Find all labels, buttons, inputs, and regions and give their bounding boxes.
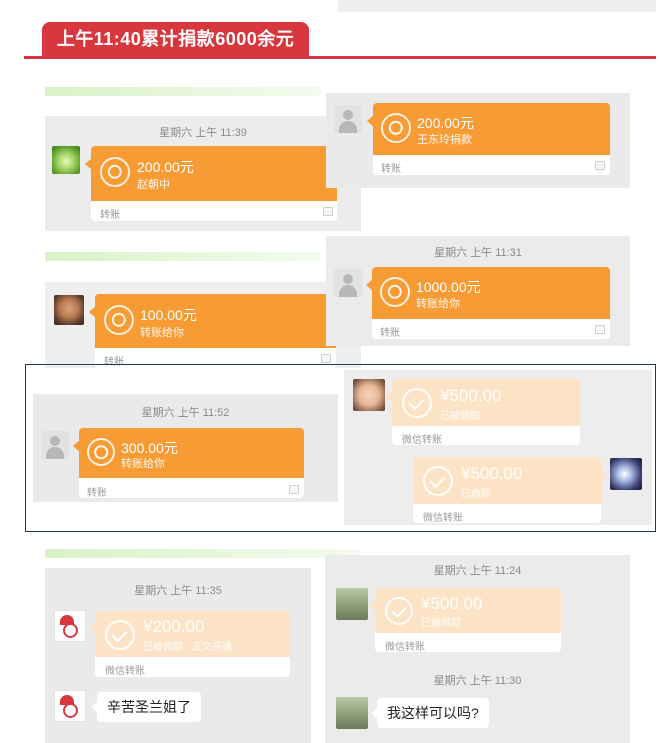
transfer-footer: 转账 [87, 488, 107, 499]
transfer-footer: 转账 [100, 210, 120, 221]
wechat-pay-icon [595, 325, 605, 334]
chat-screenshot-8: 星期六 上午 11:24 ¥500.00 已被领取 微信转账 星期六 上午 11… [325, 555, 630, 743]
avatar-man-icon [54, 295, 84, 325]
avatar-santa-hat-icon [54, 610, 86, 642]
wechat-pay-icon [289, 485, 299, 494]
wechat-pay-icon [595, 161, 605, 170]
section-title: 上午11:40累计捐款6000余元 [42, 22, 309, 56]
received-footer: 微信转账 [105, 666, 145, 677]
title-underline [24, 56, 656, 59]
check-icon [423, 466, 453, 496]
timestamp: 星期六 上午 11:24 [433, 565, 522, 577]
timestamp: 星期六 上午 11:39 [159, 127, 247, 139]
transfer-icon [100, 157, 130, 187]
transfer-sender: 王东玲捐款 [417, 134, 472, 146]
chat-screenshot-5: 星期六 上午 11:52 300.00元 转账给你 转账 [33, 394, 338, 502]
avatar-landscape-icon [336, 588, 368, 620]
transfer-footer: 转账 [381, 164, 401, 175]
check-icon [402, 388, 432, 418]
message-bubble: 辛苦圣兰姐了 [91, 692, 201, 722]
avatar-heart-icon [52, 146, 80, 174]
check-icon [385, 597, 413, 625]
sent-card[interactable]: ¥500.00 已收款 微信转账 [413, 457, 607, 524]
chat-screenshot-1: 星期六 上午 11:39 200.00元 赵朝中 转账 [45, 116, 361, 231]
transfer-card[interactable]: 300.00元 转账给你 转账 [73, 428, 304, 499]
default-avatar-icon [41, 431, 69, 459]
timestamp: 星期六 上午 11:52 [141, 407, 230, 419]
received-amount: ¥500.00 [421, 594, 483, 613]
default-avatar-icon [334, 105, 362, 133]
sent-amount: ¥500.00 [461, 464, 523, 483]
chat-screenshot-6: ¥500.00 已被领取 微信转账 ¥500.00 已收款 微信转账 [344, 370, 652, 525]
received-footer: 微信转账 [402, 435, 442, 446]
received-card[interactable]: ¥500.00 已被领取 微信转账 [386, 379, 580, 446]
avatar-santa-hat-icon [54, 690, 86, 722]
transfer-amount: 1000.00元 [416, 279, 481, 295]
avatar-baby-icon [353, 379, 385, 411]
chat-screenshot-2: 200.00元 王东玲捐款 转账 [326, 93, 630, 188]
transfer-footer: 转账 [380, 328, 400, 339]
green-divider [45, 549, 360, 558]
received-amount: ¥500.00 [440, 386, 502, 405]
transfer-icon [87, 438, 115, 466]
transfer-sender: 赵朝中 [137, 179, 170, 191]
transfer-icon [104, 305, 134, 335]
default-avatar-icon [334, 269, 362, 297]
timestamp: 星期六 上午 11:30 [433, 675, 522, 687]
chat-screenshot-7: 星期六 上午 11:35 ¥200.00 已被领取 · 正文亮通 微信转账 辛苦… [45, 568, 311, 743]
received-status: 已被领取 [440, 411, 480, 422]
message-bubble: 我这样可以吗? [371, 698, 489, 728]
transfer-card[interactable]: 100.00元 转账给你 转账 [89, 294, 336, 368]
green-divider [45, 252, 321, 261]
check-icon [105, 620, 135, 650]
transfer-card[interactable]: 1000.00元 转账给你 转账 [366, 267, 610, 339]
transfer-amount: 100.00元 [140, 307, 197, 323]
sent-status: 已收款 [461, 489, 491, 500]
transfer-icon [381, 113, 411, 143]
sent-footer: 微信转账 [423, 513, 463, 524]
green-divider [45, 87, 321, 96]
chat-screenshot-4: 星期六 上午 11:31 1000.00元 转账给你 转账 [326, 236, 630, 346]
wechat-pay-icon [323, 207, 333, 216]
received-status: 已被领取 · 正文亮通 [143, 642, 232, 653]
wechat-pay-icon [321, 354, 331, 363]
top-cropped-screenshot [338, 0, 656, 12]
avatar-galaxy-icon [610, 458, 642, 490]
timestamp: 星期六 上午 11:31 [434, 247, 522, 259]
transfer-sender: 转账给你 [416, 298, 460, 310]
avatar-landscape-icon [336, 697, 368, 729]
received-footer: 微信转账 [385, 642, 425, 653]
transfer-amount: 200.00元 [137, 159, 194, 175]
transfer-card[interactable]: 200.00元 赵朝中 转账 [85, 146, 337, 221]
transfer-sender: 转账给你 [140, 327, 184, 339]
received-amount: ¥200.00 [143, 617, 205, 636]
chat-screenshot-3: 100.00元 转账给你 转账 [45, 282, 361, 368]
received-status: 已被领取 [421, 618, 461, 629]
transfer-sender: 转账给你 [121, 458, 165, 470]
transfer-amount: 200.00元 [417, 115, 474, 131]
transfer-icon [380, 277, 410, 307]
timestamp: 星期六 上午 11:35 [134, 585, 222, 597]
received-card[interactable]: ¥500.00 已被领取 微信转账 [369, 588, 561, 653]
transfer-card[interactable]: 200.00元 王东玲捐款 转账 [367, 103, 610, 175]
received-card[interactable]: ¥200.00 已被领取 · 正文亮通 微信转账 [89, 611, 290, 677]
